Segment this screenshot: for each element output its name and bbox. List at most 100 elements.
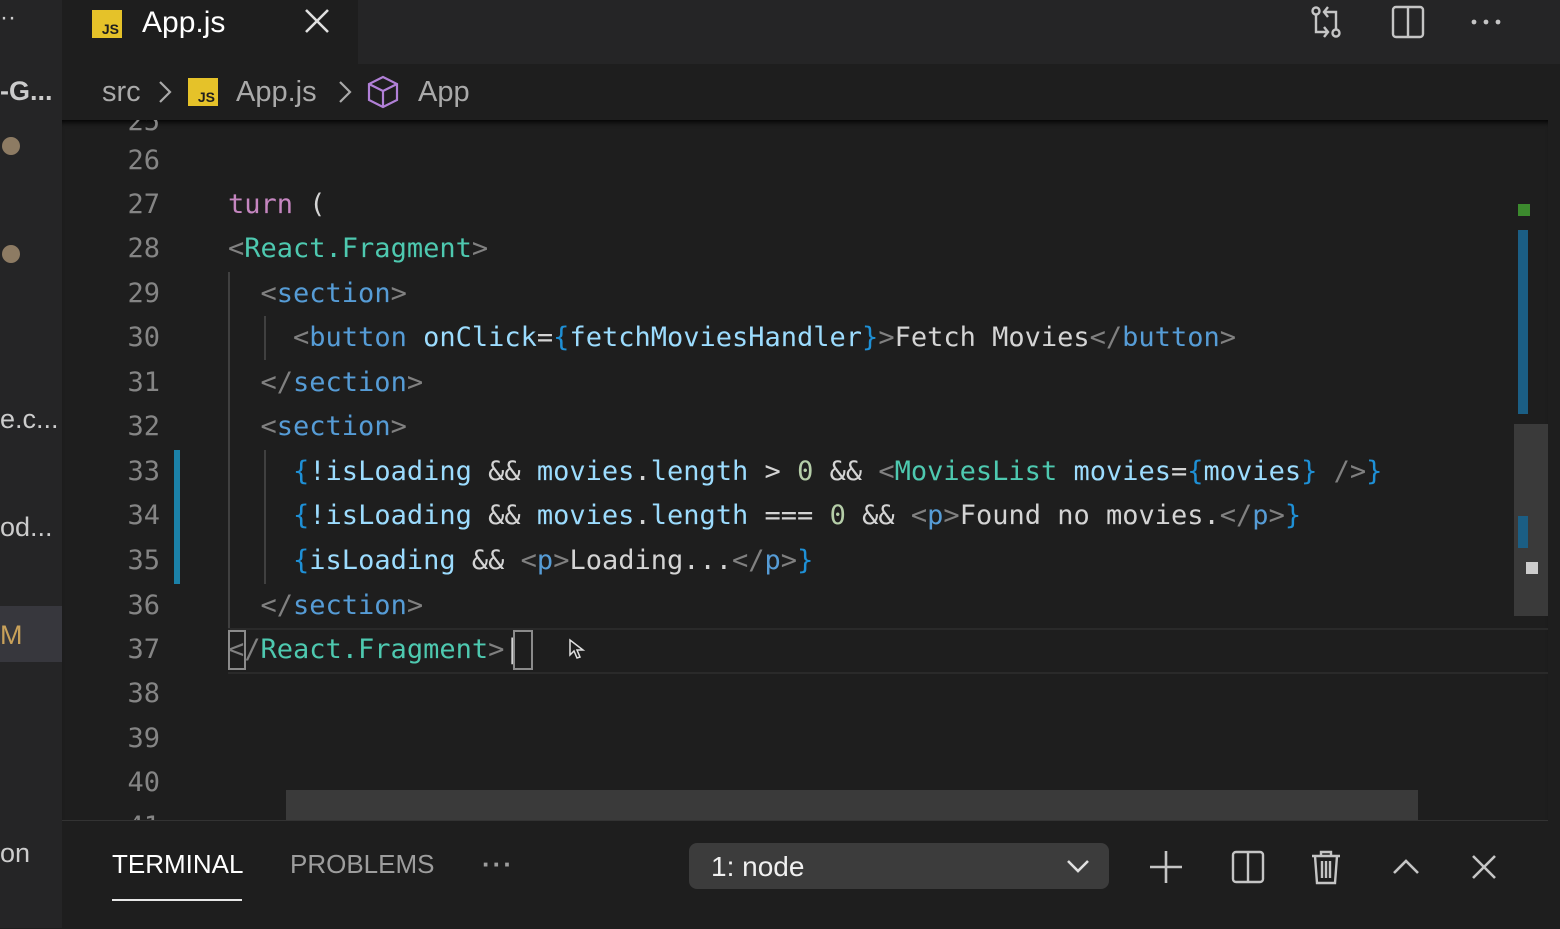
code-token: movies: [1073, 456, 1172, 487]
code-token: button: [309, 322, 407, 353]
bottom-panel: TERMINAL PROBLEMS ··· 1: node: [62, 820, 1548, 929]
line-number: 31: [127, 367, 160, 398]
tab-app-js[interactable]: JS App.js: [62, 0, 358, 64]
code-token: p: [1252, 500, 1269, 531]
code-token: &&: [862, 500, 895, 531]
code-token: (: [309, 189, 326, 220]
code-editor[interactable]: 25 26 27 28 29 30 31 32 33 34 35 36 37 3…: [62, 120, 1548, 820]
code-line: <section>: [260, 411, 407, 442]
code-line: </section>: [260, 367, 424, 398]
code-token: turn: [228, 189, 294, 220]
more-tabs-button[interactable]: ···: [482, 849, 514, 880]
active-tab-indicator: [112, 899, 242, 901]
sidebar-item-4[interactable]: M: [0, 620, 23, 651]
breadcrumb-symbol[interactable]: App: [418, 76, 470, 109]
sidebar-item-5[interactable]: on: [0, 838, 30, 869]
tab-problems[interactable]: PROBLEMS: [290, 849, 435, 880]
code-token: movies: [536, 500, 635, 531]
code-token: onClick: [423, 322, 537, 353]
code-token: section: [293, 367, 407, 398]
line-number: 29: [127, 278, 160, 309]
breadcrumb-folder[interactable]: src: [102, 76, 141, 109]
chevron-right-icon: [156, 78, 174, 106]
code-token: length: [650, 456, 749, 487]
code-token: React.Fragment: [260, 634, 489, 665]
minimap-added-marker: [1518, 204, 1530, 216]
sidebar-item-3[interactable]: od...: [0, 512, 53, 543]
close-panel-icon[interactable]: [1464, 847, 1504, 887]
tab-terminal[interactable]: TERMINAL: [112, 849, 243, 880]
explorer-sidebar: ·· -G... e.c... od... M on: [0, 0, 62, 928]
new-terminal-icon[interactable]: [1146, 847, 1186, 887]
code-token: movies: [536, 456, 635, 487]
code-line: </React.Fragment>|: [228, 634, 521, 665]
code-token: Fetch Movies: [894, 322, 1090, 353]
close-icon[interactable]: [302, 6, 332, 36]
js-file-icon: JS: [188, 78, 218, 106]
code-line: </section>: [260, 590, 424, 621]
line-number: 35: [127, 545, 160, 576]
tab-title: App.js: [142, 6, 226, 39]
mouse-cursor-icon: [568, 638, 586, 660]
modified-dot-icon: [2, 137, 20, 155]
line-number: 37: [127, 634, 160, 665]
split-terminal-icon[interactable]: [1228, 847, 1268, 887]
line-number: 38: [127, 678, 160, 709]
code-token: p: [764, 545, 781, 576]
minimap-cursor-marker: [1526, 562, 1538, 574]
maximize-panel-icon[interactable]: [1386, 847, 1426, 887]
code-line: {!isLoading && movies.length > 0 && <Mov…: [293, 456, 1383, 487]
code-token: button: [1122, 322, 1220, 353]
kill-terminal-icon[interactable]: [1306, 847, 1346, 887]
breadcrumb-file[interactable]: App.js: [236, 76, 317, 109]
code-token: !isLoading: [309, 456, 472, 487]
code-token: movies: [1203, 456, 1302, 487]
code-token: !isLoading: [309, 500, 472, 531]
code-token: section: [276, 411, 391, 442]
code-token: >: [764, 456, 781, 487]
code-line: turn (: [228, 183, 326, 227]
code-token: isLoading: [309, 545, 456, 576]
overview-ruler[interactable]: [1514, 120, 1548, 820]
code-token: 0: [829, 500, 846, 531]
sidebar-ellipsis: ··: [0, 4, 16, 31]
chevron-right-icon: [336, 78, 354, 106]
line-number: 36: [127, 590, 160, 621]
horizontal-scrollbar[interactable]: [286, 790, 1418, 820]
code-token: ===: [764, 500, 814, 531]
sidebar-item-1[interactable]: -G...: [0, 76, 53, 107]
sidebar-item-2[interactable]: e.c...: [0, 404, 59, 435]
split-editor-icon[interactable]: [1388, 2, 1428, 42]
code-token: Loading...: [569, 545, 733, 576]
line-number: 27: [127, 189, 160, 220]
line-number: 39: [127, 723, 160, 754]
line-number: 32: [127, 411, 160, 442]
line-number: 40: [127, 767, 160, 798]
code-token: section: [293, 590, 407, 621]
bracket-match-highlight: [228, 630, 246, 670]
code-line: {!isLoading && movies.length === 0 && <p…: [293, 500, 1302, 531]
source-control-compare-icon[interactable]: [1306, 2, 1346, 42]
code-token: Found no movies.: [959, 500, 1220, 531]
code-token: length: [650, 500, 749, 531]
code-line: <section>: [260, 278, 407, 309]
code-line: <React.Fragment>: [228, 233, 489, 264]
code-token: fetchMoviesHandler: [569, 322, 863, 353]
code-token: React.Fragment: [244, 233, 472, 264]
code-token: &&: [471, 545, 505, 576]
line-number: 28: [127, 233, 160, 264]
line-number: 34: [127, 500, 160, 531]
more-actions-icon[interactable]: [1466, 2, 1506, 42]
code-token: section: [276, 278, 391, 309]
line-number: 30: [127, 322, 160, 353]
terminal-select[interactable]: 1: node: [689, 843, 1109, 889]
modified-lines-gutter: [174, 450, 180, 584]
line-number: 33: [127, 456, 160, 487]
code-token: &&: [488, 500, 521, 531]
breadcrumb: src JS App.js App: [62, 64, 1560, 120]
js-file-icon: JS: [92, 10, 122, 38]
code-token: 0: [797, 456, 814, 487]
minimap-modified-marker: [1518, 230, 1528, 414]
code-line: <button onClick={fetchMoviesHandler}>Fet…: [293, 322, 1236, 353]
code-token: &&: [829, 456, 863, 487]
